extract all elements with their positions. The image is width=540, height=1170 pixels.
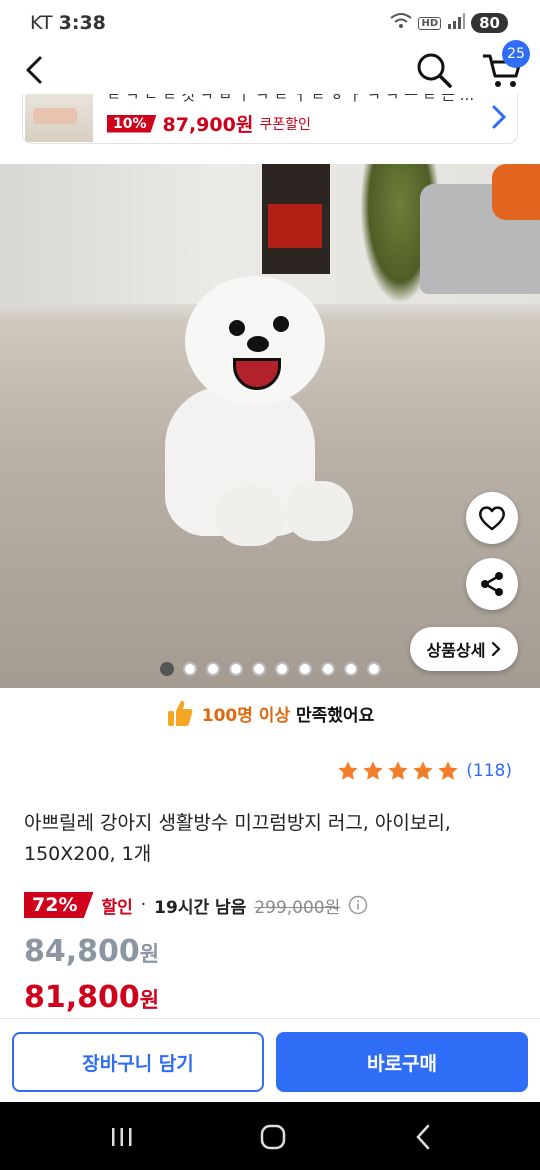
top-navigation: 25	[0, 40, 540, 94]
buy-now-button[interactable]: 바로구매	[276, 1032, 528, 1092]
carousel-dot[interactable]	[183, 662, 197, 676]
image-dog	[145, 276, 370, 576]
carousel-dot[interactable]	[321, 662, 335, 676]
carousel-dot[interactable]	[367, 662, 381, 676]
discount-badge: 72%	[24, 892, 94, 918]
promo-price-row: 10% 87,900원 쿠폰할인	[107, 110, 311, 137]
satisfaction-text: 만족했어요	[296, 705, 375, 726]
chevron-left-icon	[26, 56, 42, 84]
product-detail-button[interactable]: 상품상세	[410, 627, 518, 671]
share-icon	[481, 572, 503, 596]
carousel-indicator	[160, 662, 381, 676]
carousel-dot[interactable]	[160, 662, 174, 676]
review-count[interactable]: (118)	[466, 761, 512, 781]
product-title-line1: 아쁘릴레 강아지 생활방수 미끄럼방지 러그, 아이보리,	[24, 812, 451, 834]
recent-apps-icon[interactable]	[110, 1126, 134, 1148]
status-icons: HD 80	[390, 12, 508, 34]
add-to-cart-button[interactable]: 장바구니 담기	[12, 1032, 264, 1092]
product-title: 아쁘릴레 강아지 생활방수 미끄럼방지 러그, 아이보리, 150X200, 1…	[24, 808, 514, 870]
battery-indicator: 80	[471, 13, 508, 33]
bottom-action-bar: 장바구니 담기 바로구매	[0, 1018, 540, 1102]
search-button[interactable]	[414, 50, 454, 90]
promo-price: 87,900원	[162, 114, 254, 136]
carousel-dot[interactable]	[206, 662, 220, 676]
signal-icon	[447, 13, 466, 33]
star-icon	[363, 761, 383, 780]
back-nav-icon[interactable]	[414, 1124, 432, 1150]
star-icon	[438, 761, 458, 780]
carousel-dot[interactable]	[344, 662, 358, 676]
discount-label: 할인	[101, 897, 133, 918]
image-fireplace	[262, 164, 330, 274]
image-pillow	[492, 164, 540, 220]
carousel-dot[interactable]	[229, 662, 243, 676]
info-icon[interactable]	[348, 895, 368, 915]
cart-count-badge: 25	[502, 40, 530, 68]
satisfaction-banner: 100명 이상 만족했어요	[0, 692, 540, 734]
original-price: 299,000원	[254, 897, 341, 918]
product-detail-label: 상품상세	[426, 641, 486, 660]
carousel-dot[interactable]	[252, 662, 266, 676]
chevron-right-icon	[492, 641, 501, 657]
status-carrier-time: KT 3:38	[30, 12, 106, 34]
promo-coupon-label: 쿠폰할인	[259, 116, 311, 133]
share-button[interactable]	[466, 558, 518, 610]
sale-price: 84,800원	[24, 934, 160, 969]
promo-discount-tag: 10%	[107, 114, 157, 133]
status-bar: KT 3:38 HD 80	[0, 0, 540, 46]
promo-cut-text: ㄹ ㅋ ㄷ ㄹ 것 ㅋ ㅂ ㅣ ㅋ ㄹ ㅓ ㄹ ㅎ ㅏ ㅋ ㅋ ㅡ ㄹ 근 ..…	[107, 94, 475, 104]
product-title-line2: 150X200, 1개	[24, 843, 152, 865]
discount-row: 72% 할인 · 19시간 남음 299,000원	[24, 892, 368, 918]
satisfaction-highlight: 100명 이상	[201, 705, 291, 726]
coupon-price: 81,800원	[24, 980, 160, 1015]
heart-icon	[479, 506, 505, 531]
system-navigation-bar	[0, 1102, 540, 1170]
promo-banner[interactable]: ㄹ ㅋ ㄷ ㄹ 것 ㅋ ㅂ ㅣ ㅋ ㄹ ㅓ ㄹ ㅎ ㅏ ㅋ ㅋ ㅡ ㄹ 근 ..…	[22, 94, 518, 144]
home-icon[interactable]	[260, 1124, 286, 1150]
carousel-dot[interactable]	[275, 662, 289, 676]
chevron-right-icon	[492, 105, 507, 129]
star-icon	[413, 761, 433, 780]
thumbs-up-icon	[167, 700, 193, 726]
wifi-icon	[390, 12, 413, 34]
star-icon	[338, 761, 358, 780]
promo-thumbnail	[25, 94, 93, 142]
hd-icon: HD	[418, 16, 442, 30]
rating[interactable]: (118)	[337, 760, 512, 782]
product-image[interactable]	[0, 164, 540, 688]
separator: ·	[140, 895, 147, 915]
star-icon	[388, 761, 408, 780]
back-button[interactable]	[20, 52, 50, 88]
time-left: 19시간 남음	[154, 897, 247, 918]
search-icon	[417, 53, 452, 88]
favorite-button[interactable]	[466, 492, 518, 544]
carousel-dot[interactable]	[298, 662, 312, 676]
